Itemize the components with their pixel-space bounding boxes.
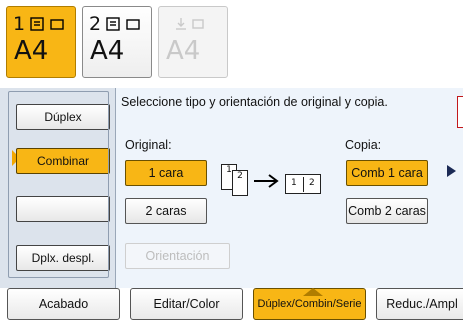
edge-button-fragment[interactable] <box>457 96 463 128</box>
function-tab-bar: Acabado Editar/Color Dúplex/Combin/Serie… <box>0 288 463 329</box>
active-tab-pointer-icon <box>303 288 323 296</box>
arrow-right-icon <box>254 174 279 188</box>
combine-options: Seleccione tipo y orientación de origina… <box>117 88 463 288</box>
page-number: 1 <box>291 178 297 188</box>
original-1-side-button[interactable]: 1 cara <box>125 160 207 186</box>
combine-button[interactable]: Combinar <box>16 148 110 174</box>
instruction-text: Seleccione tipo y orientación de origina… <box>121 95 388 109</box>
tray-number: 1 <box>13 13 26 35</box>
original-label: Original: <box>125 138 172 152</box>
original-2-side-button[interactable]: 2 caras <box>125 198 207 224</box>
tray-paper-size: A4 <box>14 36 49 66</box>
combined-copy-page-icon: 1 2 <box>285 174 321 194</box>
page-number: 2 <box>309 178 315 188</box>
duplex-shift-button[interactable]: Dplx. despl. <box>16 245 110 271</box>
tab-edit-color[interactable]: Editar/Color <box>130 288 243 320</box>
tray-paper-size: A4 <box>166 36 201 66</box>
bypass-tray-icon <box>176 18 204 30</box>
tab-reduce-enlarge[interactable]: Reduc./Ampl <box>376 288 463 320</box>
tray-1-button[interactable]: 1 A4 <box>6 6 76 78</box>
combine-1-side-button[interactable]: Comb 1 cara <box>346 160 428 186</box>
combine-2-side-button[interactable]: Comb 2 caras <box>346 198 428 224</box>
tray-paper-size: A4 <box>90 36 125 66</box>
tray-2-button[interactable]: 2 A4 <box>82 6 152 78</box>
original-page-2-icon: 2 <box>232 170 248 196</box>
paper-tray-bar: 1 A4 2 A4 A4 <box>0 0 463 84</box>
bypass-tray-button[interactable]: A4 <box>158 6 228 78</box>
orientation-button[interactable]: Orientación <box>125 243 230 269</box>
next-arrow-icon[interactable] <box>447 165 456 177</box>
tray-paper-icon <box>106 17 140 31</box>
tab-finishing[interactable]: Acabado <box>7 288 120 320</box>
duplex-button[interactable]: Dúplex <box>16 104 110 130</box>
blank-mode-button[interactable] <box>16 196 110 222</box>
tray-number: 2 <box>89 13 102 35</box>
tray-paper-icon <box>30 17 64 31</box>
mode-sidebar: Dúplex Combinar Dplx. despl. <box>0 88 116 288</box>
copy-label: Copia: <box>345 138 382 152</box>
page-number: 2 <box>237 171 243 181</box>
page-number: 1 <box>226 165 232 175</box>
duplex-settings-panel: Dúplex Combinar Dplx. despl. Seleccione … <box>0 88 463 288</box>
page-divider <box>303 177 304 192</box>
